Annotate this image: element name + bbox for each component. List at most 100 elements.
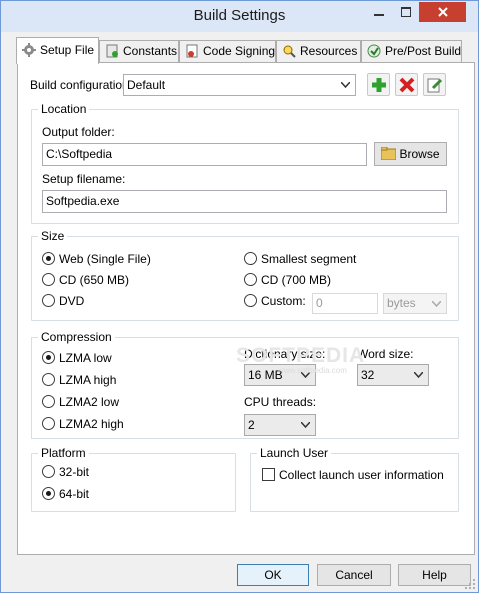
ok-button[interactable]: OK	[237, 564, 309, 586]
size-custom-radio[interactable]: Custom:	[244, 294, 306, 310]
tab-strip: Setup File Constants Code Signing Resour…	[1, 37, 478, 64]
launch-user-group: Launch User Collect launch user informat…	[250, 446, 459, 512]
platform-group-title: Platform	[38, 446, 89, 460]
minimize-button[interactable]	[365, 2, 392, 22]
radio-label: DVD	[59, 294, 85, 308]
radio-indicator	[42, 487, 55, 500]
radio-label: CD (700 MB)	[261, 273, 332, 287]
compression-lzma-high-radio[interactable]: LZMA high	[42, 373, 116, 389]
size-web-radio[interactable]: Web (Single File)	[42, 252, 151, 268]
platform-32bit-radio[interactable]: 32-bit	[42, 465, 89, 481]
help-button[interactable]: Help	[398, 564, 471, 586]
word-size-value: 32	[361, 368, 375, 382]
size-dvd-radio[interactable]: DVD	[42, 294, 84, 310]
compression-lzma2-low-radio[interactable]: LZMA2 low	[42, 395, 119, 411]
tab-label: Resources	[300, 44, 358, 58]
compression-lzma-low-radio[interactable]: LZMA low	[42, 351, 112, 367]
build-config-select[interactable]: Default	[123, 74, 356, 96]
setup-file-panel: Build configuration: Default Location Ou…	[17, 62, 475, 555]
tab-label: Constants	[123, 44, 178, 58]
radio-indicator	[42, 273, 55, 286]
chevron-down-icon	[432, 301, 441, 307]
maximize-button[interactable]	[392, 2, 419, 22]
browse-button[interactable]: Browse	[374, 142, 447, 166]
radio-indicator	[42, 465, 55, 478]
remove-config-button[interactable]	[395, 73, 418, 96]
cpu-threads-label: CPU threads:	[244, 395, 317, 409]
radio-indicator	[42, 373, 55, 386]
radio-indicator	[42, 395, 55, 408]
tab-resources[interactable]: Resources	[276, 40, 361, 62]
checkbox-label: Collect launch user information	[279, 468, 444, 482]
radio-indicator	[42, 252, 55, 265]
constants-icon	[105, 44, 119, 58]
size-cd700-radio[interactable]: CD (700 MB)	[244, 273, 331, 289]
build-config-label: Build configuration:	[30, 78, 133, 92]
cpu-threads-value: 2	[248, 418, 255, 432]
size-group-title: Size	[38, 229, 68, 243]
cancel-button[interactable]: Cancel	[317, 564, 391, 586]
collect-launch-user-checkbox[interactable]: Collect launch user information	[262, 468, 444, 484]
checkbox-indicator	[262, 468, 275, 481]
tab-label: Setup File	[40, 43, 95, 57]
location-group-title: Location	[38, 102, 90, 116]
radio-indicator	[244, 273, 257, 286]
build-settings-window: Build Settings Setup File Constants Code…	[0, 0, 479, 593]
cpu-threads-select[interactable]: 2	[244, 414, 316, 436]
radio-label: Custom:	[261, 294, 306, 308]
radio-indicator	[244, 252, 257, 265]
compression-group: Compression LZMA low LZMA high LZMA2 low…	[31, 330, 459, 439]
setup-filename-label: Setup filename:	[42, 172, 126, 186]
word-size-select[interactable]: 32	[357, 364, 429, 386]
custom-size-unit-select[interactable]: bytes	[383, 293, 447, 314]
browse-label: Browse	[399, 147, 440, 161]
output-folder-label: Output folder:	[42, 125, 115, 139]
certificate-icon	[185, 44, 199, 58]
minimize-icon	[373, 14, 384, 16]
radio-indicator	[42, 417, 55, 430]
folder-icon	[380, 146, 397, 161]
radio-label: LZMA low	[59, 351, 112, 365]
build-icon	[367, 44, 381, 58]
dictionary-size-label: Dictionary size:	[244, 347, 326, 361]
close-button[interactable]	[419, 2, 466, 22]
radio-label: LZMA high	[59, 373, 117, 387]
radio-indicator	[42, 294, 55, 307]
radio-label: LZMA2 low	[59, 395, 120, 409]
radio-indicator	[42, 351, 55, 364]
custom-size-unit-value: bytes	[387, 296, 416, 310]
compression-lzma2-high-radio[interactable]: LZMA2 high	[42, 417, 124, 433]
edit-icon	[427, 78, 443, 93]
close-icon	[437, 7, 448, 17]
output-folder-input[interactable]: C:\Softpedia	[42, 143, 367, 166]
radio-label: LZMA2 high	[59, 417, 124, 431]
plus-icon	[372, 78, 386, 92]
radio-label: 64-bit	[59, 487, 90, 501]
softpedia-watermark-url: www.softpedia.com	[278, 366, 347, 375]
size-cd650-radio[interactable]: CD (650 MB)	[42, 273, 129, 289]
size-smallest-radio[interactable]: Smallest segment	[244, 252, 356, 268]
maximize-icon	[400, 7, 411, 17]
tab-label: Code Signing	[203, 44, 276, 58]
platform-64bit-radio[interactable]: 64-bit	[42, 487, 89, 503]
radio-label: 32-bit	[59, 465, 90, 479]
tab-setup-file[interactable]: Setup File	[16, 37, 99, 64]
radio-indicator	[244, 294, 257, 307]
tab-constants[interactable]: Constants	[99, 40, 179, 62]
add-config-button[interactable]	[367, 73, 390, 96]
location-group: Location Output folder: C:\Softpedia Bro…	[31, 102, 459, 224]
edit-config-button[interactable]	[423, 73, 446, 96]
radio-label: CD (650 MB)	[59, 273, 130, 287]
radio-label: Web (Single File)	[59, 252, 151, 266]
gear-icon	[22, 41, 36, 57]
setup-filename-input[interactable]: Softpedia.exe	[42, 190, 447, 213]
tab-code-signing[interactable]: Code Signing	[179, 40, 276, 62]
custom-size-input[interactable]: 0	[312, 293, 378, 314]
tab-pre-post-build[interactable]: Pre/Post Build	[361, 40, 462, 62]
resize-grip-icon[interactable]	[465, 579, 475, 589]
delete-x-icon	[399, 77, 415, 93]
tab-label: Pre/Post Build	[385, 44, 462, 58]
title-bar: Build Settings	[1, 1, 478, 32]
compression-group-title: Compression	[38, 330, 115, 344]
launch-user-group-title: Launch User	[257, 446, 332, 460]
